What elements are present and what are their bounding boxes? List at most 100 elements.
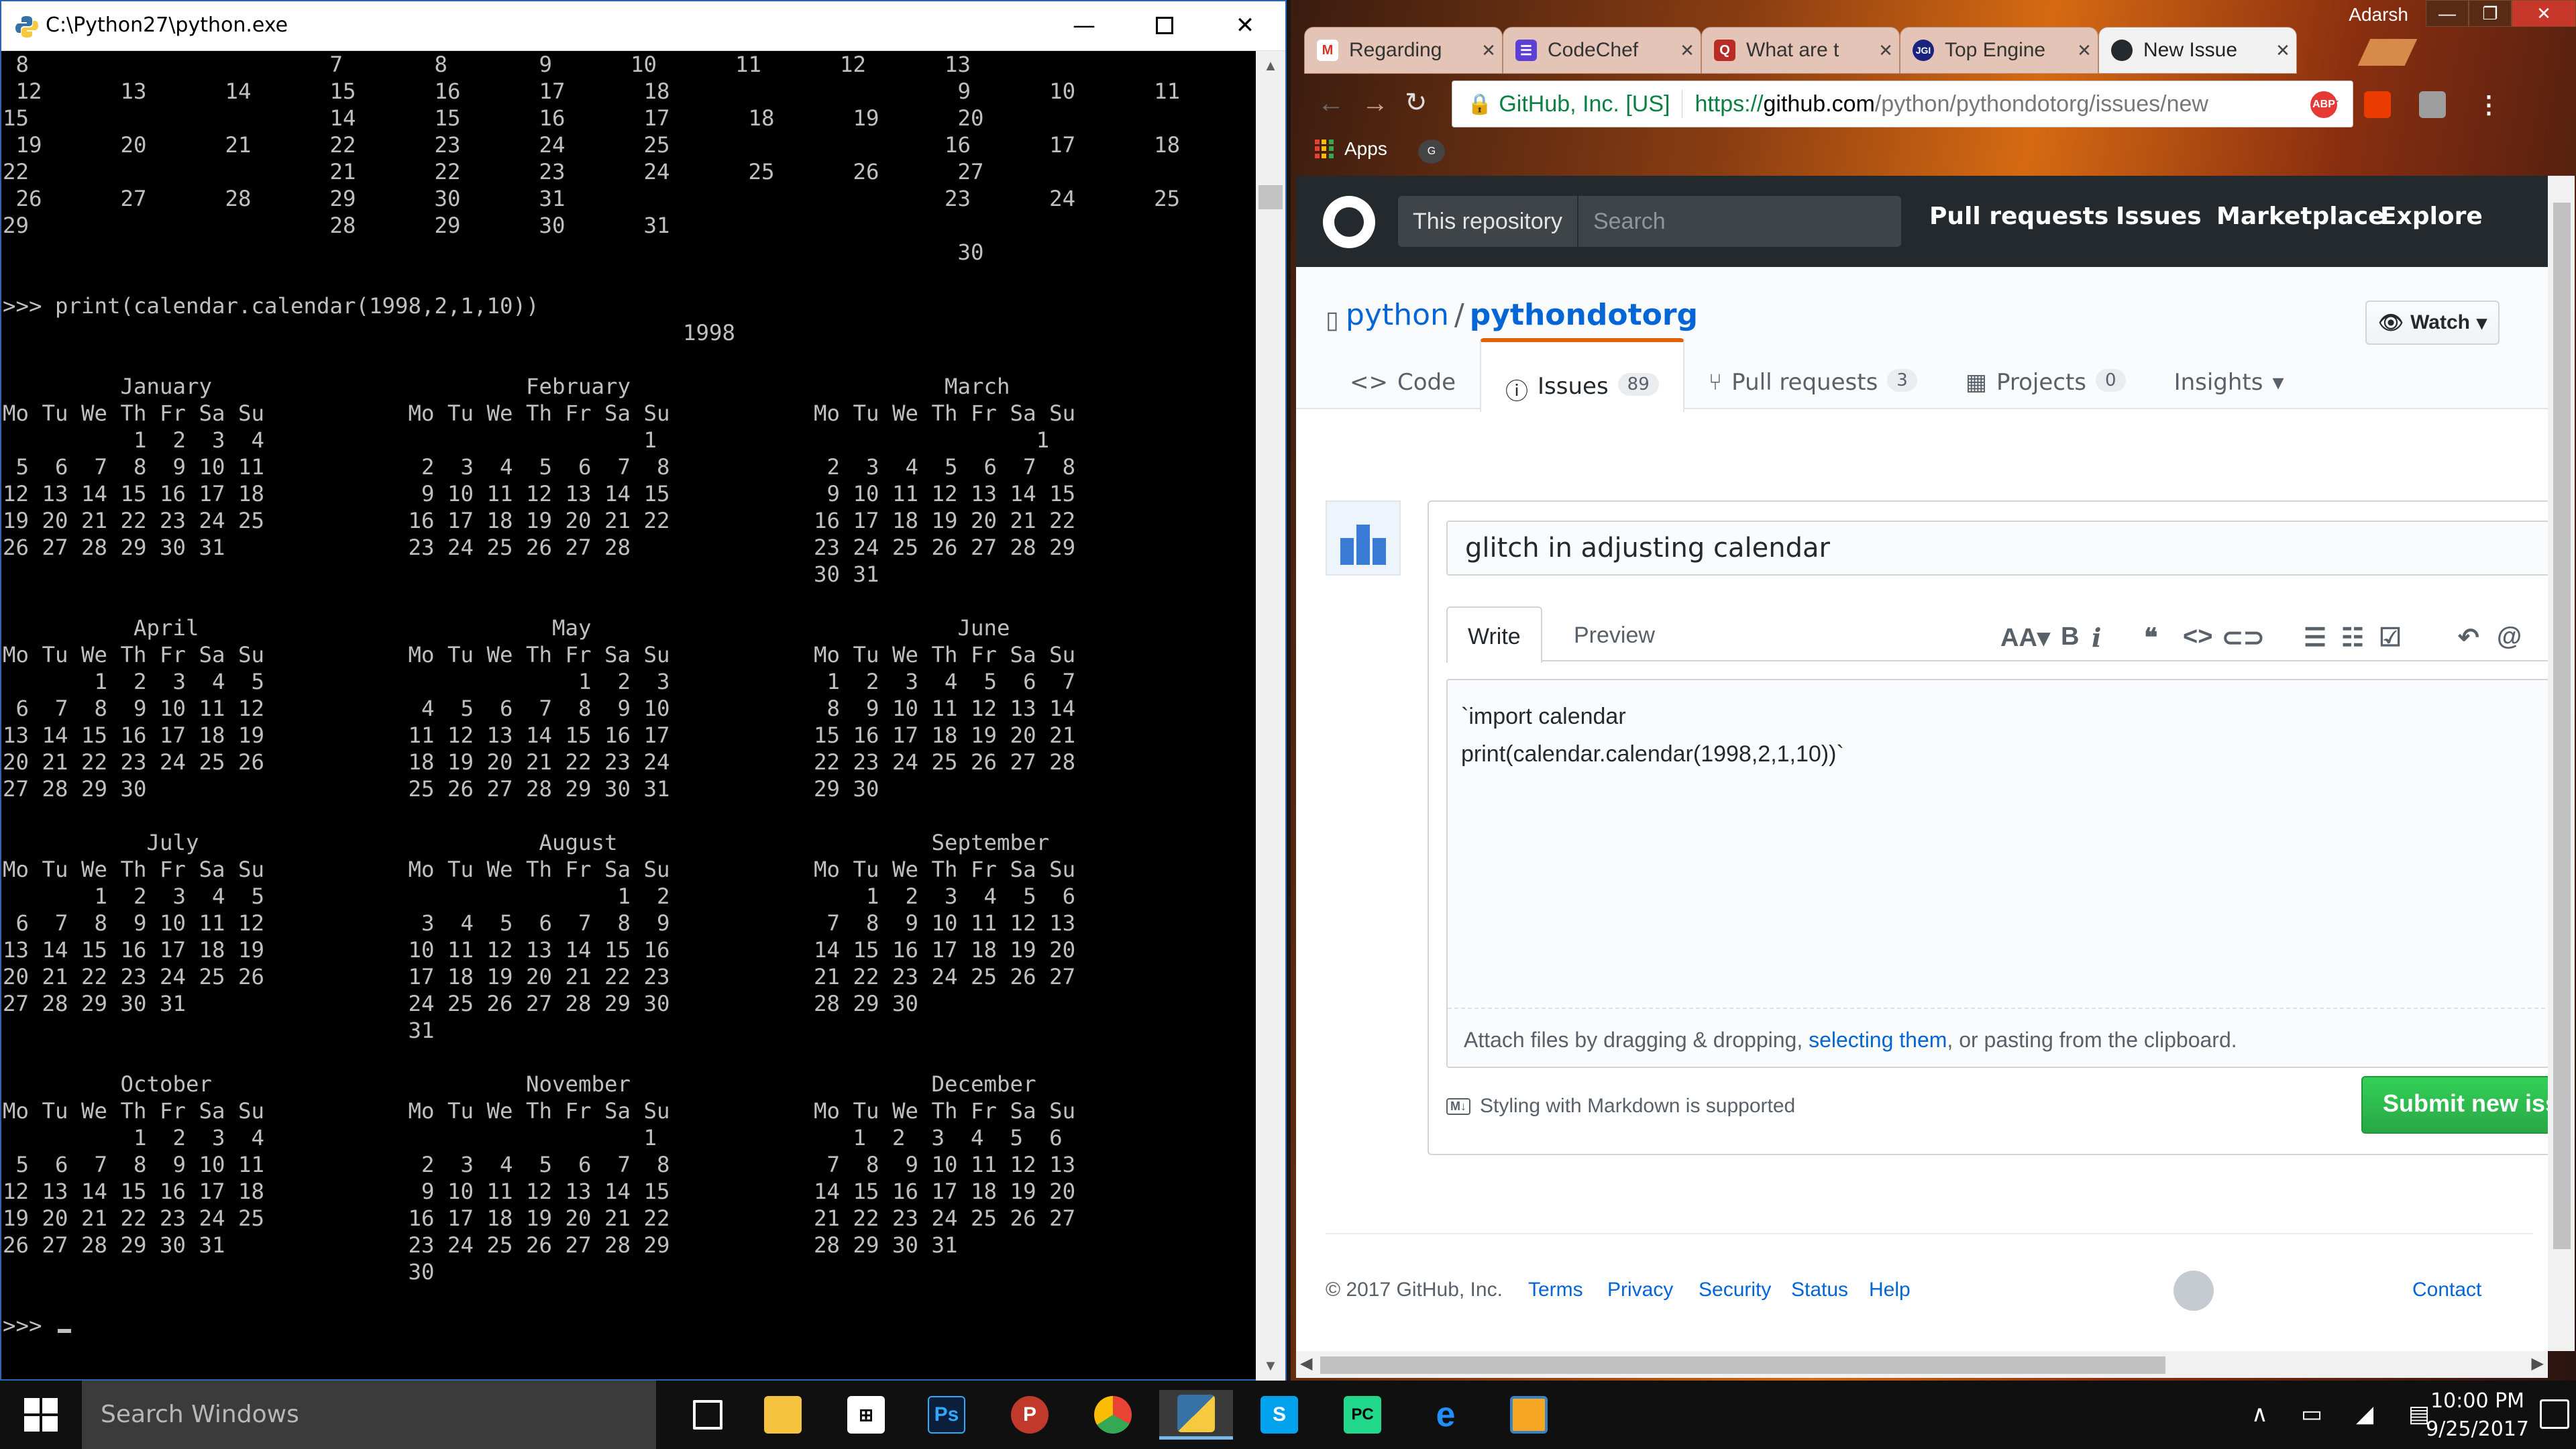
- console-output[interactable]: 8 7 8 9 10 11 12 13 12 13 14 15 16 17 18…: [1, 51, 1258, 1381]
- task-list-icon[interactable]: ☑: [2379, 623, 2402, 653]
- cast-icon[interactable]: [2419, 91, 2446, 118]
- scroll-thumb[interactable]: [2553, 203, 2571, 1249]
- tab-close-icon[interactable]: ✕: [1475, 40, 1502, 61]
- photoshop-icon[interactable]: Ps: [910, 1390, 983, 1440]
- tab-close-icon[interactable]: ✕: [2269, 40, 2296, 61]
- bullet-list-icon[interactable]: ☰: [2304, 623, 2326, 653]
- mention-icon[interactable]: @: [2497, 623, 2522, 651]
- pycharm-icon[interactable]: PC: [1326, 1390, 1399, 1440]
- footer-privacy-link[interactable]: Privacy: [1607, 1279, 1673, 1301]
- footer-security-link[interactable]: Security: [1699, 1279, 1771, 1301]
- italic-icon[interactable]: i: [2092, 623, 2101, 653]
- tab-pull-requests[interactable]: ⑂ Pull requests 3: [1684, 338, 1941, 412]
- store-icon[interactable]: ⊞: [829, 1390, 903, 1440]
- file-explorer-icon[interactable]: [746, 1390, 820, 1440]
- footer-help-link[interactable]: Help: [1869, 1279, 1911, 1301]
- nav-issues[interactable]: Issues: [2116, 203, 2202, 230]
- scroll-left-icon[interactable]: ◀: [1300, 1354, 1312, 1373]
- page-scrollbar[interactable]: [2548, 176, 2575, 1351]
- scroll-right-icon[interactable]: ▶: [2532, 1354, 2544, 1373]
- search-input[interactable]: This repository Search: [1398, 196, 1901, 247]
- notifications-icon[interactable]: [2540, 1399, 2569, 1429]
- github-logo-icon[interactable]: [1323, 196, 1375, 248]
- tab-insights[interactable]: Insights ▾: [2150, 338, 2308, 412]
- footer-contact-link[interactable]: Contact: [2412, 1279, 2481, 1301]
- attach-files-area[interactable]: Attach files by dragging & dropping, sel…: [1448, 1008, 2548, 1068]
- console-scrollbar[interactable]: ▲ ▼: [1256, 51, 1285, 1381]
- python-taskbar-icon[interactable]: [1159, 1390, 1233, 1440]
- tab-issues[interactable]: ⓘ Issues 89: [1480, 338, 1684, 412]
- repo-owner-link[interactable]: python: [1346, 298, 1449, 332]
- submit-issue-button[interactable]: Submit new issue: [2361, 1076, 2548, 1134]
- task-view-icon[interactable]: [671, 1390, 745, 1440]
- tab-new-issue[interactable]: New Issue ✕: [2098, 27, 2297, 74]
- new-tab-button[interactable]: [2357, 39, 2418, 66]
- issue-body-textarea[interactable]: `import calendar print(calendar.calendar…: [1446, 679, 2548, 1068]
- chrome-icon[interactable]: [1076, 1390, 1150, 1440]
- scroll-up-icon[interactable]: ▲: [1256, 51, 1285, 80]
- back-icon[interactable]: ←: [1318, 89, 1344, 119]
- edge-icon[interactable]: e: [1409, 1390, 1483, 1440]
- close-button[interactable]: ✕: [1205, 1, 1285, 50]
- quote-icon[interactable]: ❝: [2144, 623, 2157, 653]
- show-hidden-icons-icon[interactable]: ∧: [2251, 1401, 2268, 1428]
- tab-projects[interactable]: ▦ Projects 0: [1941, 338, 2150, 412]
- apps-bookmark[interactable]: Apps: [1315, 138, 1387, 160]
- bookmark-icon[interactable]: G: [1418, 140, 1445, 164]
- taskbar-search[interactable]: Search Windows: [82, 1381, 656, 1449]
- scroll-thumb[interactable]: [1258, 185, 1283, 209]
- minimize-button[interactable]: —: [2426, 0, 2469, 27]
- chevron-down-icon: ▾: [2476, 311, 2487, 334]
- minimize-button[interactable]: —: [1044, 1, 1124, 50]
- code-icon[interactable]: <>: [2183, 623, 2212, 651]
- tab-write[interactable]: Write: [1446, 606, 1542, 663]
- clock[interactable]: 10:00 PM 9/25/2017: [2426, 1387, 2529, 1444]
- markdown-note[interactable]: M↓ Styling with Markdown is supported: [1446, 1095, 1795, 1118]
- watch-button[interactable]: 👁 Watch ▾: [2365, 301, 2500, 345]
- tab-quora[interactable]: Q What are t ✕: [1701, 27, 1900, 74]
- issue-title-input[interactable]: glitch in adjusting calendar: [1446, 521, 2548, 576]
- address-bar[interactable]: 🔒 GitHub, Inc. [US] https:// github.com …: [1452, 80, 2353, 127]
- link-icon[interactable]: ⊂⊃: [2222, 623, 2265, 653]
- nav-pull-requests[interactable]: Pull requests: [1929, 203, 2108, 230]
- select-files-link[interactable]: selecting them: [1809, 1028, 1947, 1052]
- tab-top-engine[interactable]: JGI Top Engine ✕: [1900, 27, 2098, 74]
- close-button[interactable]: ✕: [2512, 0, 2576, 27]
- start-button[interactable]: [24, 1398, 58, 1432]
- octocat-icon[interactable]: [2174, 1271, 2214, 1311]
- footer-terms-link[interactable]: Terms: [1528, 1279, 1583, 1301]
- tab-close-icon[interactable]: ✕: [1872, 40, 1899, 61]
- tab-code[interactable]: <> Code: [1326, 338, 1480, 412]
- nav-explore[interactable]: Explore: [2380, 203, 2483, 230]
- tab-preview[interactable]: Preview: [1554, 606, 1675, 663]
- adblock-plus-icon[interactable]: ABP: [2310, 91, 2337, 118]
- maximize-button[interactable]: [1124, 1, 1205, 50]
- psiphon-icon[interactable]: P: [993, 1390, 1067, 1440]
- battery-icon[interactable]: ▭: [2301, 1401, 2322, 1428]
- text-size-icon[interactable]: AA▾: [2000, 623, 2050, 653]
- search-scope[interactable]: This repository: [1398, 196, 1578, 247]
- hscroll-thumb[interactable]: [1320, 1356, 2165, 1374]
- skype-business-icon[interactable]: S: [1242, 1390, 1316, 1440]
- profile-name[interactable]: Adarsh: [2349, 0, 2426, 27]
- wifi-icon[interactable]: ◢: [2356, 1401, 2373, 1428]
- nav-marketplace[interactable]: Marketplace: [2216, 203, 2385, 230]
- restore-button[interactable]: ❐: [2469, 0, 2512, 27]
- repo-name-link[interactable]: pythondotorg: [1470, 298, 1698, 332]
- reload-icon[interactable]: ↻: [1405, 87, 1428, 118]
- tab-gmail[interactable]: M Regarding ✕: [1304, 27, 1503, 74]
- tab-close-icon[interactable]: ✕: [2071, 40, 2098, 61]
- tab-close-icon[interactable]: ✕: [1674, 40, 1701, 61]
- office-icon[interactable]: [2364, 91, 2391, 118]
- menu-icon[interactable]: ⋮: [2475, 91, 2502, 118]
- console-titlebar[interactable]: C:\Python27\python.exe — ✕: [1, 1, 1285, 51]
- numbered-list-icon[interactable]: ☷: [2341, 623, 2364, 653]
- page-hscrollbar[interactable]: ◀ ▶: [1296, 1351, 2548, 1378]
- reply-icon[interactable]: ↶: [2458, 623, 2479, 653]
- forward-icon[interactable]: →: [1362, 89, 1389, 119]
- app-icon[interactable]: [1492, 1390, 1566, 1440]
- bold-icon[interactable]: B: [2061, 623, 2079, 651]
- tab-codechef[interactable]: ☰ CodeChef ✕: [1503, 27, 1701, 74]
- footer-status-link[interactable]: Status: [1791, 1279, 1848, 1301]
- scroll-down-icon[interactable]: ▼: [1256, 1351, 1285, 1381]
